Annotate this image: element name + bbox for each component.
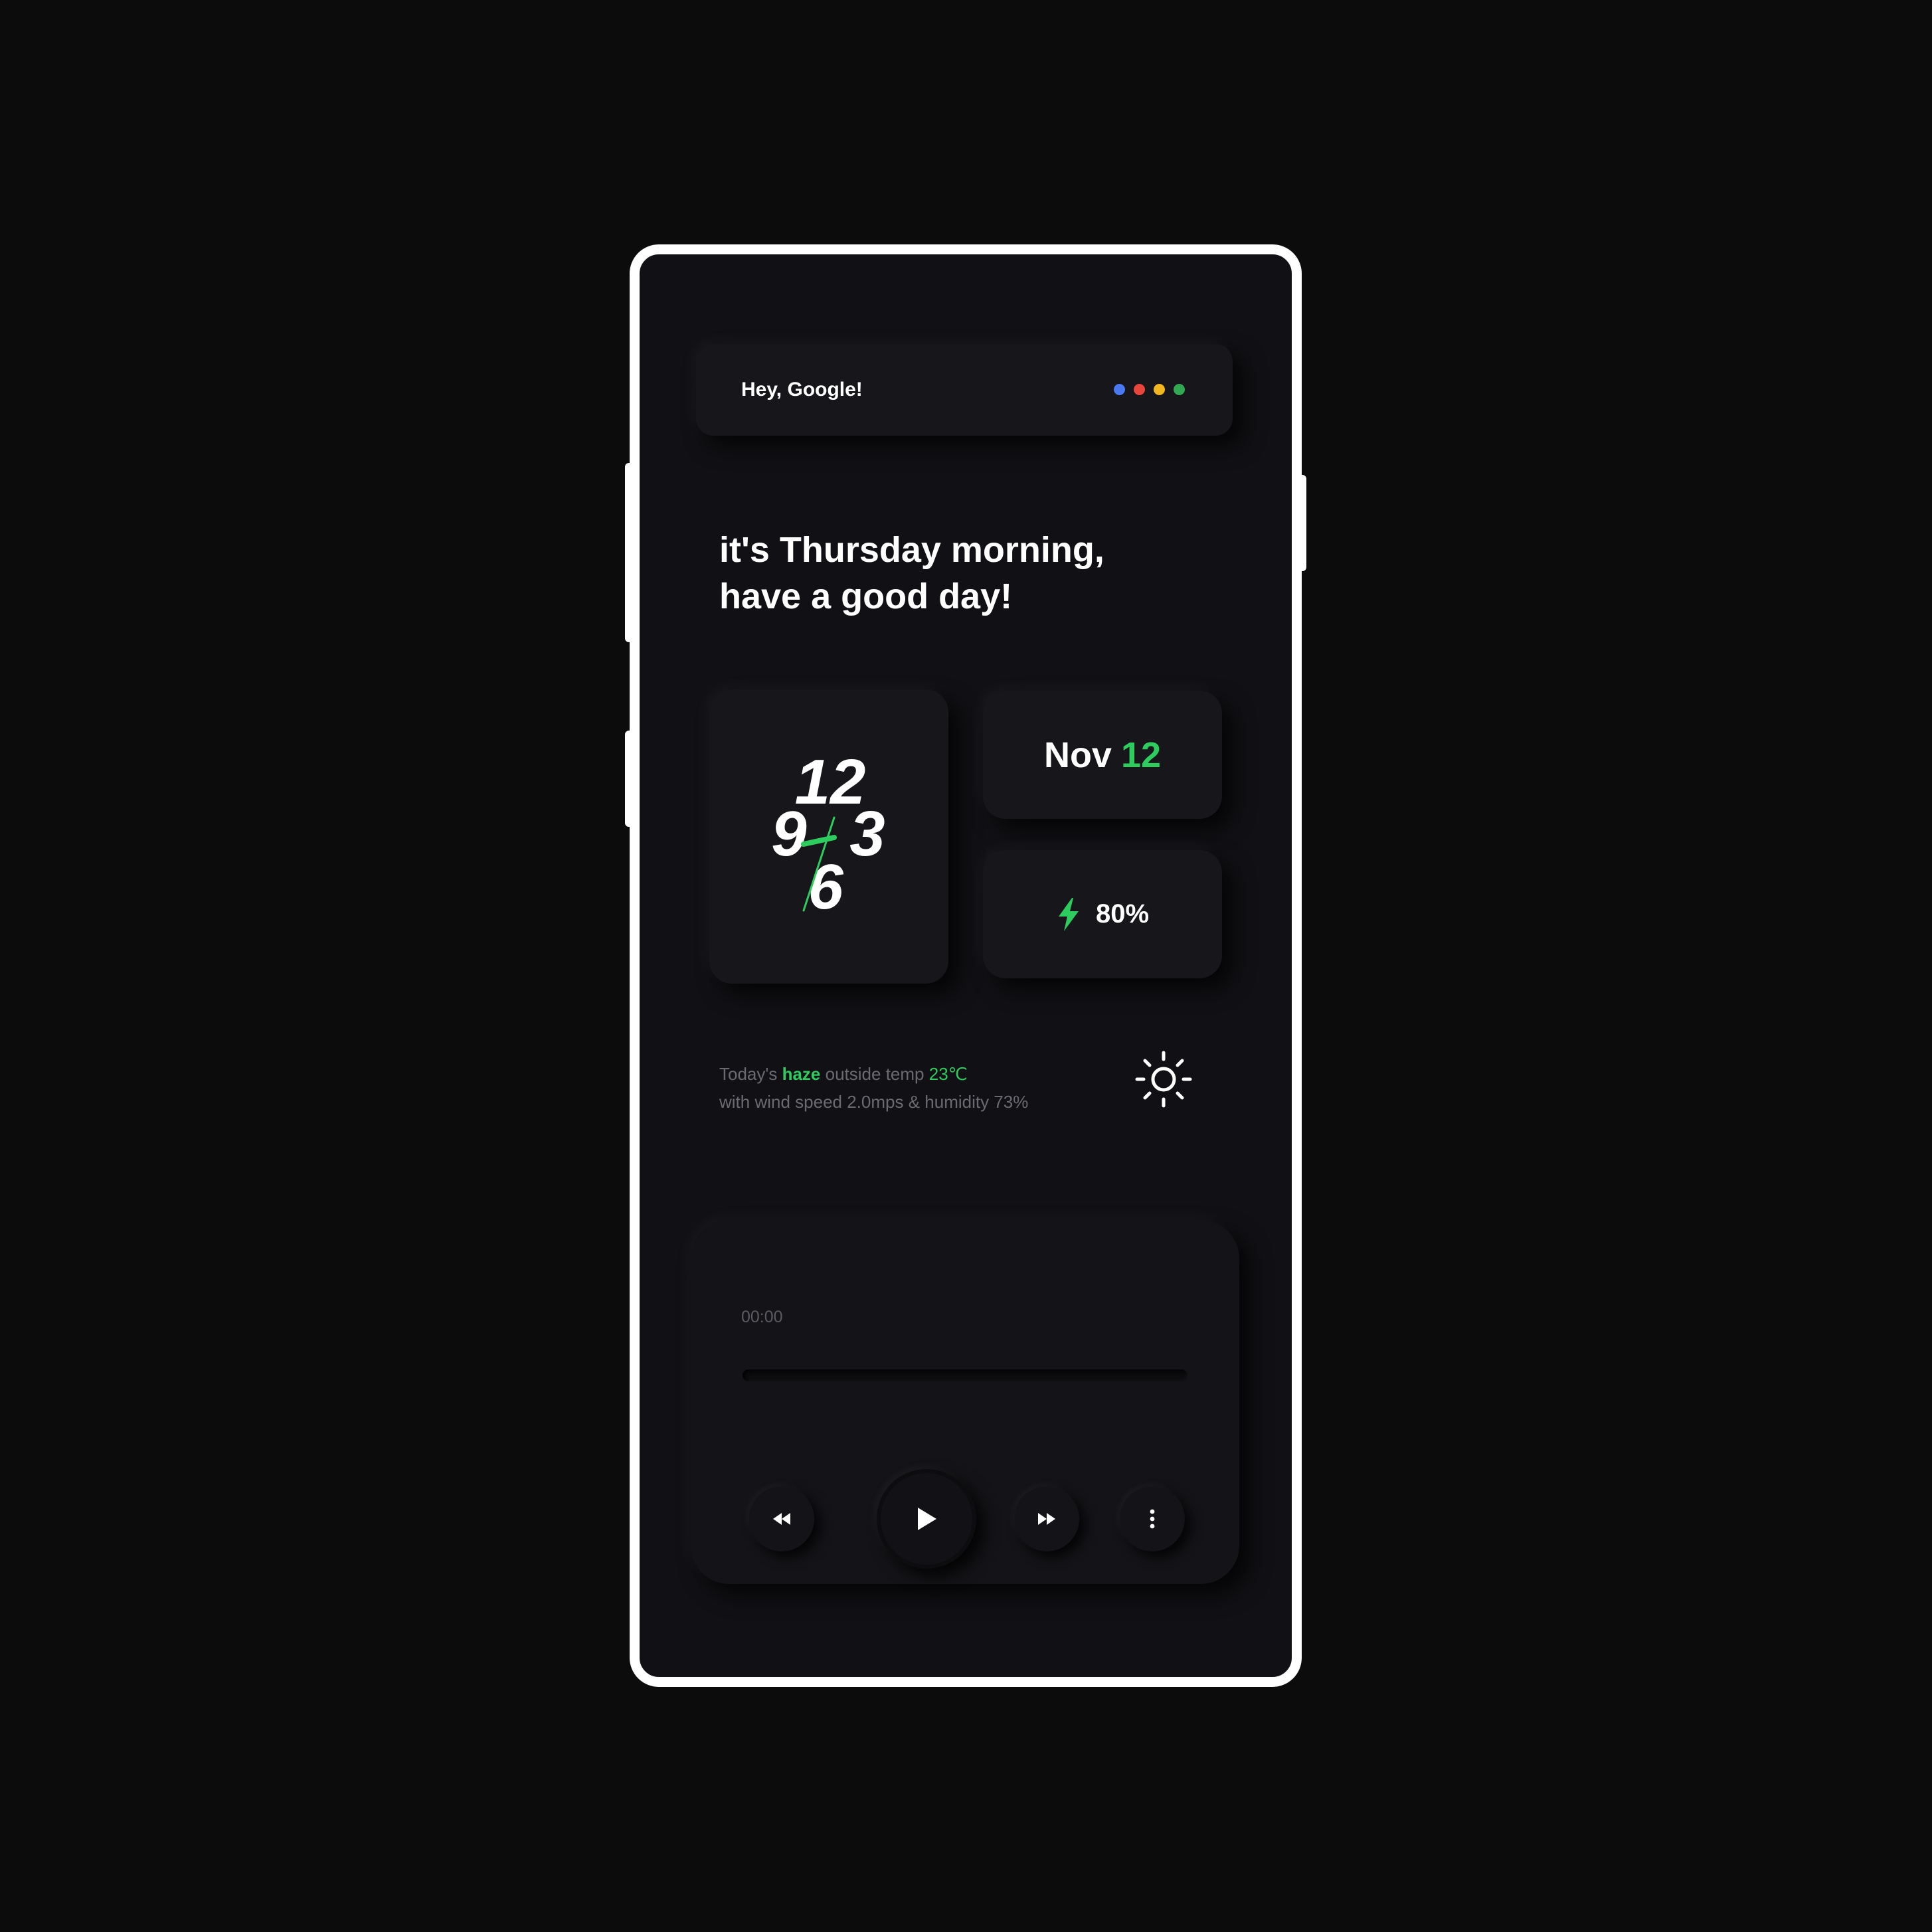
play-button[interactable]	[877, 1469, 976, 1569]
rewind-button[interactable]	[749, 1486, 814, 1551]
weather-line-1: Today's haze outside temp 23℃	[719, 1060, 1144, 1088]
progress-track[interactable]	[743, 1369, 1187, 1381]
google-dot-red	[1134, 384, 1145, 395]
clock-numeral-3: 3	[849, 798, 885, 869]
clock-face: 12 3 6 9	[771, 746, 885, 922]
date-display: Nov 12	[983, 691, 1222, 819]
elapsed-time: 00:00	[741, 1308, 783, 1326]
play-icon	[918, 1508, 936, 1530]
stage: Hey, Google! it's Thursday morning, have…	[0, 0, 1932, 1932]
greeting-line-2: have a good day!	[719, 576, 1013, 616]
clock-numeral-9: 9	[771, 798, 806, 869]
home-screen: Hey, Google! it's Thursday morning, have…	[640, 254, 1292, 1677]
google-dot-yellow	[1154, 384, 1165, 395]
greeting-line-1: it's Thursday morning,	[719, 530, 1104, 570]
fast-forward-icon	[1038, 1513, 1055, 1525]
sun-icon	[1135, 1051, 1192, 1108]
google-dot-blue	[1114, 384, 1125, 395]
google-dot-green	[1174, 384, 1185, 395]
weather-middle: outside temp	[825, 1064, 924, 1084]
fast-forward-button[interactable]	[1014, 1486, 1079, 1551]
assistant-label: Hey, Google!	[741, 379, 863, 400]
more-vertical-icon	[1150, 1509, 1155, 1529]
date-widget[interactable]: Nov 12	[983, 691, 1222, 819]
google-assistant-bar[interactable]: Hey, Google!	[696, 344, 1233, 436]
music-player-card: 00:00	[691, 1220, 1239, 1584]
more-options-button[interactable]	[1120, 1486, 1185, 1551]
battery-widget[interactable]: 80%	[983, 850, 1222, 978]
clock-widget[interactable]: 12 3 6 9	[709, 689, 948, 984]
lightning-bolt-icon	[1058, 897, 1079, 931]
clock-hour-hand	[801, 835, 837, 847]
battery-level: 80%	[1095, 899, 1150, 928]
date-month: Nov	[1043, 735, 1112, 775]
weather-temperature: 23℃	[928, 1064, 968, 1084]
clock-numeral-6: 6	[808, 851, 843, 922]
phone-frame: Hey, Google! it's Thursday morning, have…	[630, 244, 1302, 1687]
battery-row: 80%	[983, 850, 1222, 978]
rewind-icon	[773, 1513, 790, 1525]
greeting: it's Thursday morning, have a good day!	[719, 527, 1184, 620]
weather-line-2: with wind speed 2.0mps & humidity 73%	[719, 1092, 1029, 1112]
weather-prefix: Today's	[719, 1064, 778, 1084]
weather-summary: Today's haze outside temp 23℃ with wind …	[719, 1060, 1144, 1116]
weather-condition: haze	[782, 1064, 821, 1084]
date-day: 12	[1120, 735, 1162, 775]
google-dots-icon	[1114, 384, 1185, 395]
